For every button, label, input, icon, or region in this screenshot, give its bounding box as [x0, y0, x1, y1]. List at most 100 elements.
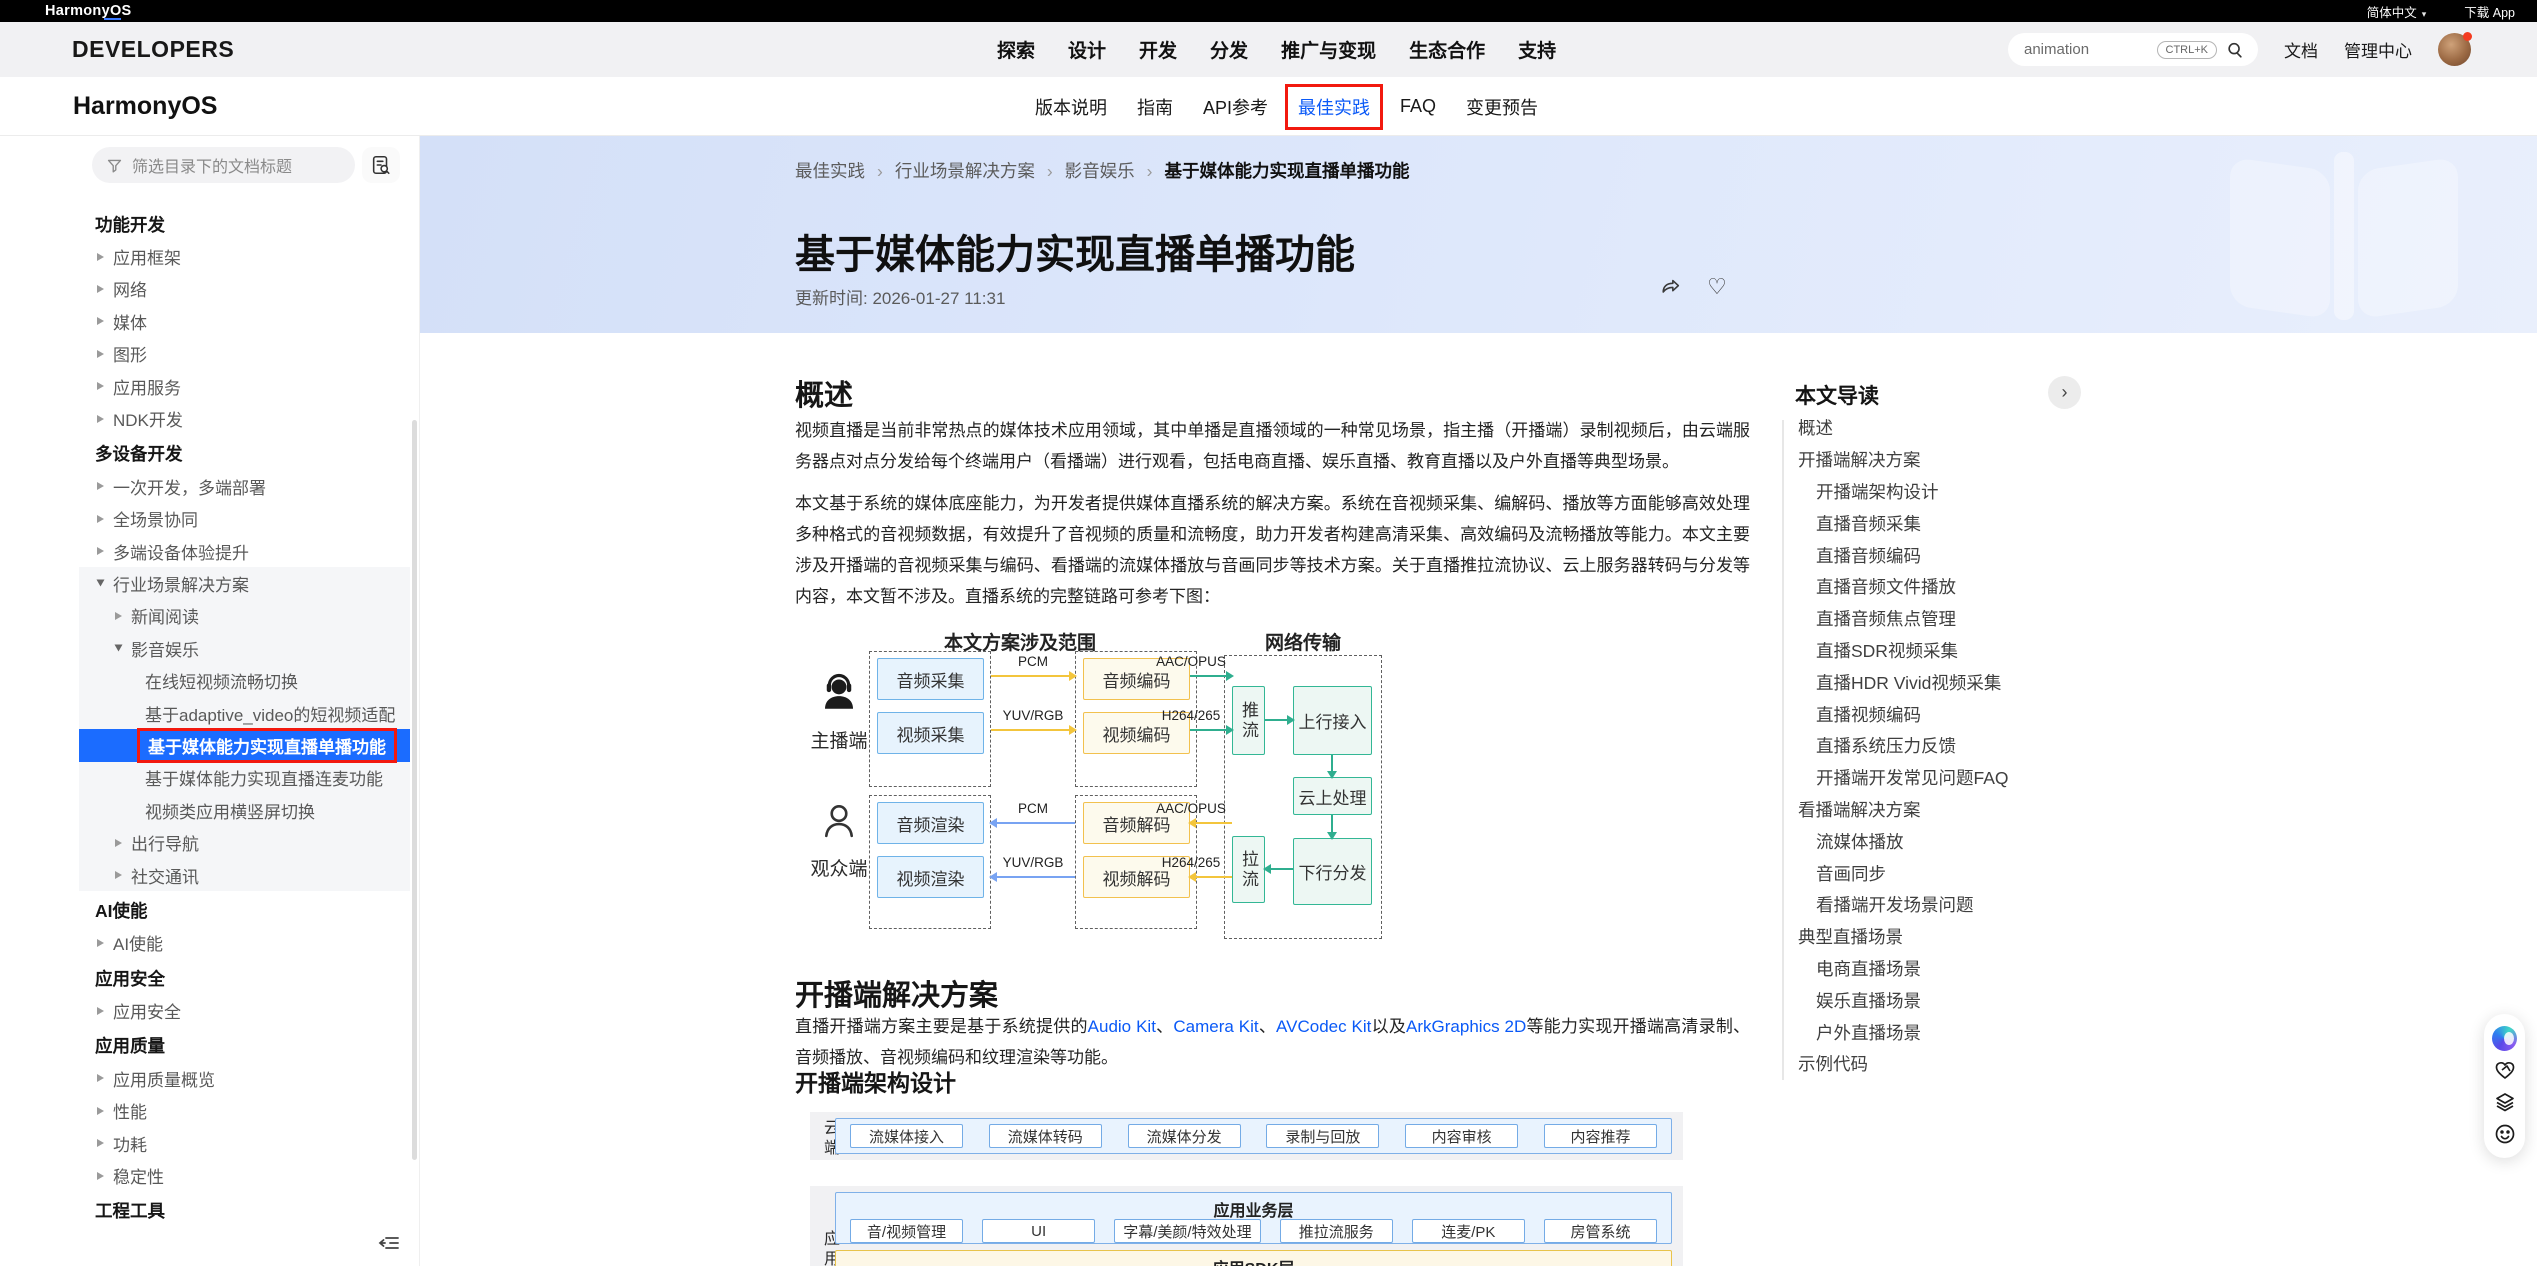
toc-item[interactable]: 看播端解决方案	[1770, 794, 2140, 826]
sidebar-item[interactable]: 一次开发，多端部署	[79, 470, 410, 502]
filter-input[interactable]: 筛选目录下的文档标题	[92, 147, 355, 183]
text-segment: 、	[1156, 1017, 1173, 1036]
main-nav-item[interactable]: 分发	[1210, 36, 1248, 63]
sidebar-item[interactable]: 行业场景解决方案	[79, 567, 410, 599]
smiley-feedback-button[interactable]	[2492, 1121, 2518, 1147]
toc-collapse-button[interactable]: ›	[2048, 376, 2081, 409]
text-segment: 、	[1259, 1017, 1276, 1036]
toc-item[interactable]: 开播端开发常见问题FAQ	[1770, 762, 2140, 794]
doc-tab[interactable]: 指南	[1135, 90, 1175, 124]
breadcrumb-item[interactable]: 行业场景解决方案	[895, 158, 1065, 183]
sidebar-item[interactable]: 应用安全	[79, 994, 410, 1026]
harmonyos-doc-brand[interactable]: HarmonyOS	[73, 77, 217, 136]
sidebar-item[interactable]: 稳定性	[79, 1159, 410, 1191]
sidebar-item[interactable]: 应用服务	[79, 370, 410, 402]
sidebar-item[interactable]: 新闻阅读	[79, 600, 410, 632]
sidebar-item[interactable]: 出行导航	[79, 826, 410, 858]
expand-arrow-icon	[97, 482, 104, 490]
toc-item[interactable]: 音画同步	[1770, 857, 2140, 889]
viewer-role: 观众端	[803, 800, 875, 881]
main-nav-item[interactable]: 生态合作	[1409, 36, 1485, 63]
search-input[interactable]: animation CTRL+K	[2008, 33, 2258, 66]
doc-tab[interactable]: API参考	[1201, 90, 1270, 124]
collapse-sidebar-icon	[377, 1231, 401, 1255]
main-nav-item[interactable]: 支持	[1518, 36, 1556, 63]
toc-item[interactable]: 直播音频焦点管理	[1770, 603, 2140, 635]
feedback-heart-button[interactable]	[2492, 1057, 2518, 1083]
toc-item[interactable]: 看播端开发场景问题	[1770, 889, 2140, 921]
sidebar-item[interactable]: 功耗	[79, 1127, 410, 1159]
diagram-box: 内容审核	[1405, 1124, 1518, 1148]
broadcast-architecture-diagram: 云端 流媒体接入流媒体转码流媒体分发录制与回放内容审核内容推荐 应用 应用业务层…	[795, 1108, 1683, 1266]
collapse-sidebar-button[interactable]	[374, 1228, 404, 1258]
breadcrumb-item[interactable]: 影音娱乐	[1065, 158, 1165, 183]
sidebar-item[interactable]: 基于adaptive_video的短视频适配	[79, 697, 410, 729]
toc-item[interactable]: 概述	[1770, 412, 2140, 444]
toc-item[interactable]: 电商直播场景	[1770, 953, 2140, 985]
avatar[interactable]	[2438, 33, 2471, 66]
developers-brand[interactable]: DEVELOPERS	[72, 22, 234, 77]
doc-subnav: HarmonyOS 版本说明指南 API参考最佳实践 FAQ 变更预告	[0, 77, 2537, 136]
sidebar-item[interactable]: NDK开发	[79, 402, 410, 434]
doc-search-button[interactable]	[362, 147, 400, 183]
breadcrumb-item[interactable]: 基于媒体能力实现直播单播功能	[1164, 158, 1409, 183]
doc-tab[interactable]: 版本说明	[1033, 90, 1109, 124]
sidebar-item[interactable]: 媒体	[79, 305, 410, 337]
format-label: AAC/OPUS	[1147, 654, 1235, 669]
toc-item[interactable]: 开播端解决方案	[1770, 444, 2140, 476]
harmonyos-logo[interactable]: HarmonyOS	[45, 0, 132, 22]
sidebar-item[interactable]: 在线短视频流畅切换	[79, 664, 410, 696]
toc-item[interactable]: 典型直播场景	[1770, 921, 2140, 953]
toc-item[interactable]: 直播SDR视频采集	[1770, 635, 2140, 667]
funnel-icon	[106, 157, 123, 174]
text-segment: AVCodec Kit	[1276, 1017, 1371, 1036]
main-nav-item[interactable]: 开发	[1139, 36, 1177, 63]
toc-item[interactable]: 直播视频编码	[1770, 698, 2140, 730]
heart-icon[interactable]: ♡	[1704, 274, 1730, 300]
language-selector[interactable]: 简体中文▾	[2367, 2, 2427, 21]
sidebar-item[interactable]: 性能	[79, 1095, 410, 1127]
sidebar-item[interactable]: 视频类应用横竖屏切换	[79, 794, 410, 826]
expand-arrow-icon	[97, 515, 104, 523]
diagram-box: 房管系统	[1544, 1219, 1657, 1243]
sidebar-item[interactable]: 社交通讯	[79, 859, 410, 891]
text-segment: Audio Kit	[1088, 1017, 1156, 1036]
download-app-link[interactable]: 下载 App	[2464, 2, 2515, 21]
sidebar-item[interactable]: 应用框架	[79, 240, 410, 272]
layers-button[interactable]	[2492, 1089, 2518, 1115]
toc-item[interactable]: 直播HDR Vivid视频采集	[1770, 666, 2140, 698]
main-nav-item[interactable]: 推广与变现	[1281, 36, 1376, 63]
toc-item[interactable]: 开播端架构设计	[1770, 476, 2140, 508]
sidebar-item[interactable]: 应用质量概览	[79, 1062, 410, 1094]
docs-link[interactable]: 文档	[2284, 37, 2318, 62]
sidebar-scrollbar[interactable]	[412, 420, 417, 1160]
toc-item[interactable]: 直播系统压力反馈	[1770, 730, 2140, 762]
toc-item[interactable]: 娱乐直播场景	[1770, 984, 2140, 1016]
ai-assistant-button[interactable]	[2492, 1025, 2518, 1051]
diagram-box: 视频采集	[877, 712, 984, 754]
toc-item[interactable]: 直播音频采集	[1770, 507, 2140, 539]
toc-item[interactable]: 直播音频编码	[1770, 539, 2140, 571]
sidebar-item[interactable]: 基于媒体能力实现直播单播功能	[79, 729, 410, 761]
doc-tab[interactable]: 最佳实践	[1296, 90, 1372, 124]
doc-tab[interactable]: 变更预告	[1464, 90, 1540, 124]
main-nav-item[interactable]: 设计	[1068, 36, 1106, 63]
toc-item[interactable]: 户外直播场景	[1770, 1016, 2140, 1048]
toc-item[interactable]: 流媒体播放	[1770, 825, 2140, 857]
sidebar-item[interactable]: 网络	[79, 273, 410, 305]
sidebar-item[interactable]: 全场景协同	[79, 503, 410, 535]
share-icon[interactable]	[1658, 274, 1684, 300]
sidebar-item[interactable]: 图形	[79, 338, 410, 370]
main-nav-item[interactable]: 探索	[997, 36, 1035, 63]
sidebar-item[interactable]: AI使能	[79, 927, 410, 959]
toc-item[interactable]: 示例代码	[1770, 1048, 2140, 1080]
sidebar-item[interactable]: 影音娱乐	[79, 632, 410, 664]
console-link[interactable]: 管理中心	[2344, 37, 2412, 62]
doc-tab[interactable]: FAQ	[1398, 92, 1438, 121]
search-icon[interactable]	[2226, 41, 2244, 59]
text-segment: 直播开播端方案主要是基于系统提供的	[795, 1017, 1088, 1036]
breadcrumb-item[interactable]: 最佳实践	[795, 158, 895, 183]
sidebar-item[interactable]: 基于媒体能力实现直播连麦功能	[79, 762, 410, 794]
toc-item[interactable]: 直播音频文件播放	[1770, 571, 2140, 603]
sidebar-item[interactable]: 多端设备体验提升	[79, 535, 410, 567]
